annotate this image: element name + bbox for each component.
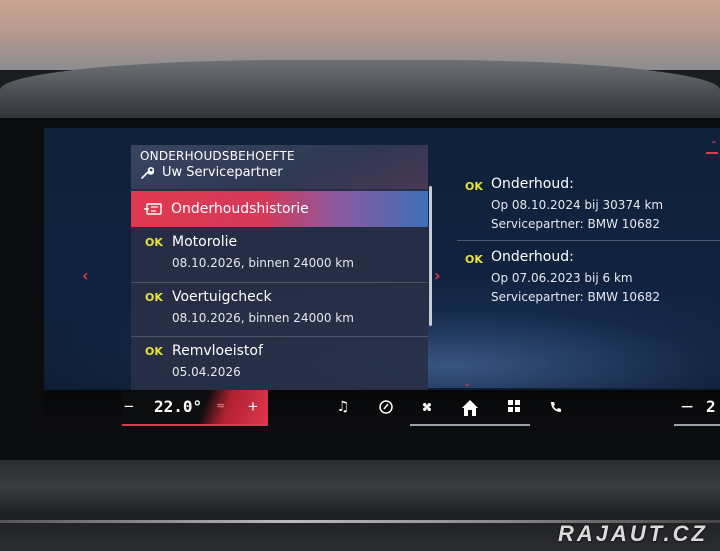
left-arrow-icon[interactable]: ‹ bbox=[82, 266, 89, 285]
fan-icon[interactable] bbox=[418, 399, 436, 417]
apps-grid-icon[interactable] bbox=[505, 399, 523, 417]
history-panel: OK Onderhoud: Op 08.10.2024 bij 30374 km… bbox=[457, 168, 720, 368]
temperature-up-button[interactable]: + bbox=[248, 397, 258, 417]
temperature-down-button[interactable]: − bbox=[124, 397, 134, 417]
list-item-title: Voertuigcheck bbox=[172, 289, 272, 305]
status-badge: OK bbox=[465, 180, 483, 193]
divider bbox=[457, 240, 720, 241]
list-item-detail: 05.04.2026 bbox=[172, 365, 241, 379]
page-title: ONDERHOUDSBEHOEFTE bbox=[140, 149, 295, 163]
infotainment-screen: ⌃ ‹ ONDERHOUDSBEHOEFTE Uw Servicepartner… bbox=[44, 128, 720, 428]
passenger-temperature-display: 2 bbox=[706, 397, 716, 416]
music-icon[interactable]: ♫ bbox=[334, 399, 352, 417]
service-history-icon bbox=[144, 203, 162, 215]
service-partner-label: Uw Servicepartner bbox=[162, 165, 283, 180]
service-partner-link[interactable]: Uw Servicepartner bbox=[140, 165, 283, 180]
status-badge: OK bbox=[145, 291, 163, 304]
menu-item-maintenance-history[interactable]: Onderhoudshistorie bbox=[131, 191, 428, 227]
right-arrow-icon[interactable]: › bbox=[434, 266, 441, 285]
history-partner: Servicepartner: BMW 10682 bbox=[491, 217, 660, 231]
wrench-icon bbox=[141, 166, 154, 179]
history-partner: Servicepartner: BMW 10682 bbox=[491, 290, 660, 304]
list-item[interactable]: OK Remvloeistof 05.04.2026 bbox=[131, 336, 428, 391]
passenger-climate-indicator bbox=[674, 424, 720, 426]
history-date-km: Op 08.10.2024 bij 30374 km bbox=[491, 198, 664, 212]
nav-indicator bbox=[410, 424, 530, 426]
panel-header: ONDERHOUDSBEHOEFTE Uw Servicepartner bbox=[131, 145, 428, 189]
climate-indicator bbox=[122, 424, 268, 426]
history-date-km: Op 07.06.2023 bij 6 km bbox=[491, 271, 633, 285]
status-badge: OK bbox=[465, 253, 483, 266]
phone-icon[interactable] bbox=[547, 399, 565, 417]
history-title: Onderhoud: bbox=[491, 176, 574, 192]
list-item-detail: 08.10.2026, binnen 24000 km bbox=[172, 256, 354, 270]
history-title: Onderhoud: bbox=[491, 249, 574, 265]
list-item-detail: 08.10.2026, binnen 24000 km bbox=[172, 311, 354, 325]
home-button[interactable] bbox=[450, 390, 490, 426]
scrollbar[interactable] bbox=[429, 186, 432, 326]
navigation-icon[interactable] bbox=[377, 399, 395, 417]
seat-heating-icon[interactable]: ≈ bbox=[216, 399, 225, 412]
list-item-title: Remvloeistof bbox=[172, 343, 263, 359]
list-item[interactable]: OK Voertuigcheck 08.10.2026, binnen 2400… bbox=[131, 282, 428, 337]
status-badge: OK bbox=[145, 345, 163, 358]
bottom-control-bar: − 22.0° ≈ + ♫ − 2 bbox=[44, 390, 720, 428]
status-badge: OK bbox=[145, 236, 163, 249]
accent-mark bbox=[706, 152, 718, 154]
watermark: RAJAUT.CZ bbox=[557, 521, 708, 546]
chevron-up-icon[interactable]: ⌃ bbox=[710, 140, 718, 151]
selected-item-label: Onderhoudshistorie bbox=[171, 201, 309, 217]
home-icon bbox=[462, 400, 478, 416]
maintenance-panel: ONDERHOUDSBEHOEFTE Uw Servicepartner Ond… bbox=[131, 145, 428, 395]
passenger-temperature-down-button[interactable]: − bbox=[680, 397, 694, 417]
list-item-title: Motorolie bbox=[172, 234, 238, 250]
temperature-display: 22.0° bbox=[154, 397, 203, 416]
chevron-down-icon[interactable]: ⌄ bbox=[463, 378, 471, 389]
list-item[interactable]: OK Motorolie 08.10.2026, binnen 24000 km bbox=[131, 228, 428, 282]
